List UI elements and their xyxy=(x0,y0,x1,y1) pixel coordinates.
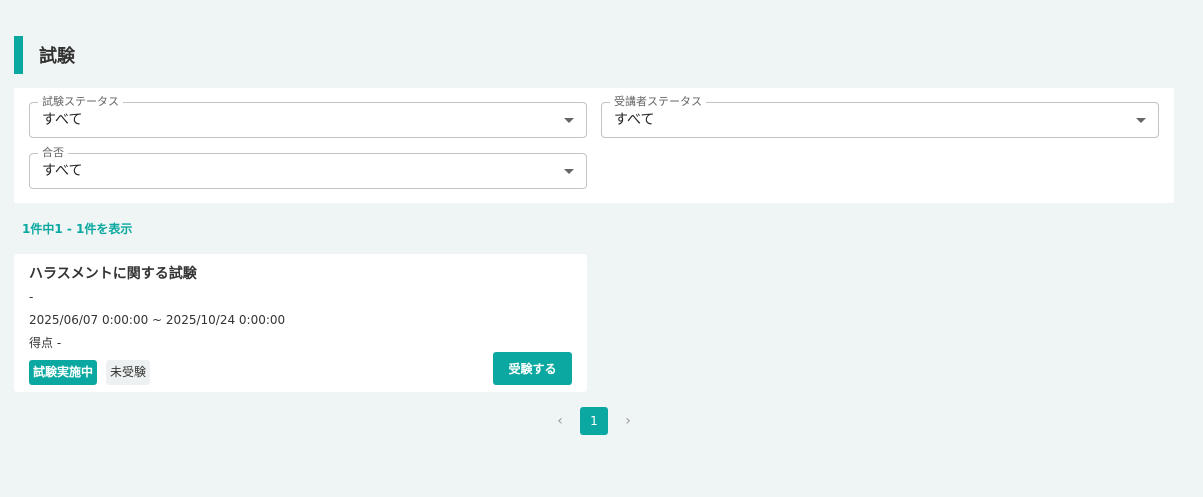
student-status-label: 受講者ステータス xyxy=(610,95,706,109)
exam-card: ハラスメントに関する試験 - 2025/06/07 0:00:00 ~ 2025… xyxy=(14,254,587,392)
exam-in-progress-badge: 試験実施中 xyxy=(29,360,98,385)
page-title: 試験 xyxy=(39,46,75,67)
dropdown-caret-icon xyxy=(564,169,574,174)
title-accent-bar xyxy=(14,36,23,74)
exam-status-label: 試験ステータス xyxy=(38,95,123,109)
pagination: ‹ 1 › xyxy=(548,407,640,435)
exam-title: ハラスメントに関する試験 xyxy=(29,266,197,282)
dropdown-caret-icon xyxy=(564,118,574,123)
student-status-select[interactable]: 受講者ステータス すべて xyxy=(601,95,1159,138)
exam-status-value: すべて xyxy=(42,112,83,128)
page-header: 試験 xyxy=(14,36,75,74)
pass-fail-select[interactable]: 合否 すべて xyxy=(29,146,587,189)
pass-fail-value: すべて xyxy=(42,163,83,179)
chevron-left-icon[interactable]: ‹ xyxy=(548,407,572,435)
not-taken-badge: 未受験 xyxy=(106,360,151,385)
exam-status-select[interactable]: 試験ステータス すべて xyxy=(29,95,587,138)
student-status-value: すべて xyxy=(614,112,655,128)
filter-panel: 試験ステータス すべて 受講者ステータス すべて 合否 すべて xyxy=(14,88,1174,203)
exam-period: 2025/06/07 0:00:00 ~ 2025/10/24 0:00:00 xyxy=(29,313,286,327)
take-exam-button[interactable]: 受験する xyxy=(493,352,572,385)
dropdown-caret-icon xyxy=(1136,118,1146,123)
pass-fail-label: 合否 xyxy=(38,146,68,160)
exam-score: 得点 - xyxy=(29,336,62,350)
page-button-current[interactable]: 1 xyxy=(580,407,608,435)
exam-description: - xyxy=(29,290,34,304)
chevron-right-icon[interactable]: › xyxy=(616,407,640,435)
result-count: 1件中1 - 1件を表示 xyxy=(22,222,133,236)
